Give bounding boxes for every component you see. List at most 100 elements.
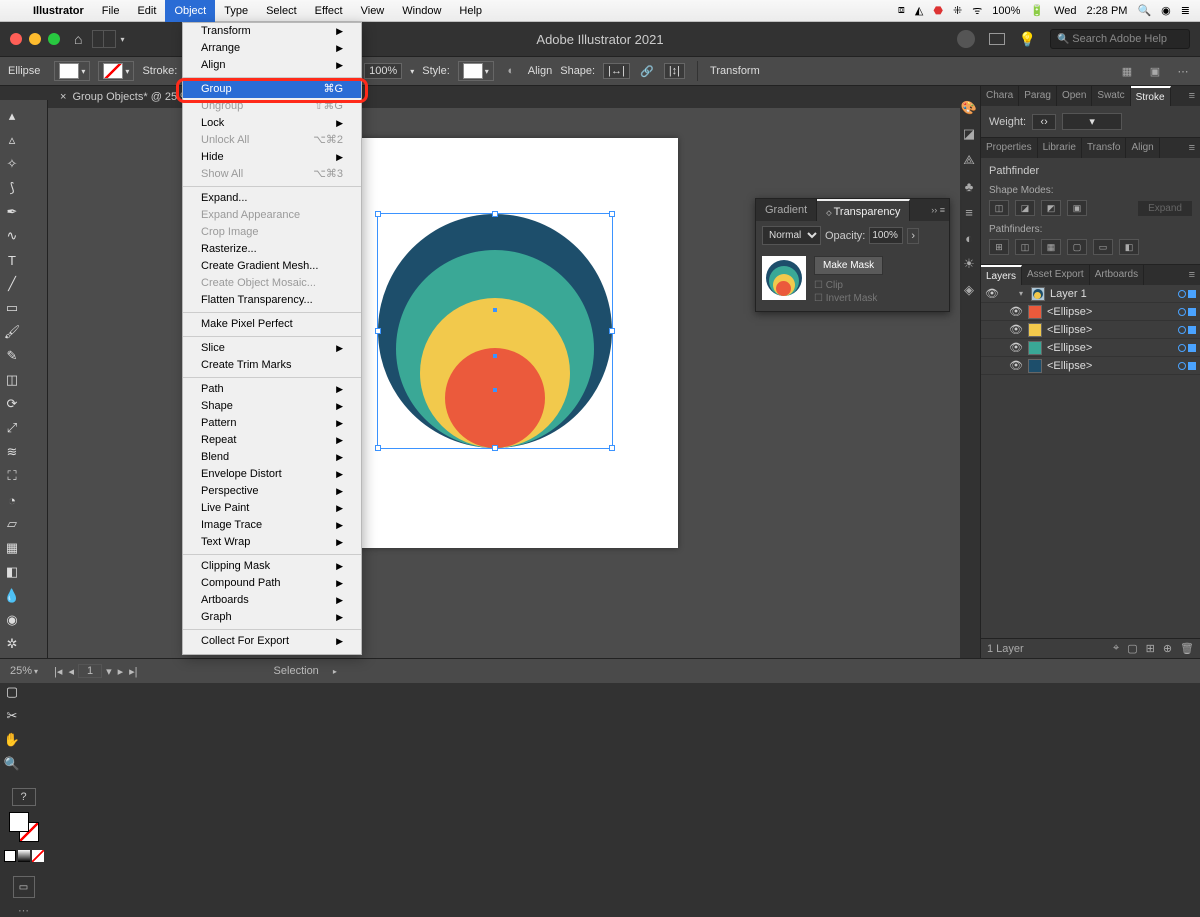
sublayer-row[interactable]: 👁 <Ellipse>	[981, 357, 1200, 375]
opacity-field[interactable]: 100%	[364, 63, 402, 79]
zoom-dropdown-icon[interactable]: ▾	[34, 667, 38, 676]
menu-item-perspective[interactable]: Perspective▶	[183, 483, 361, 500]
selection-tool[interactable]: ▴	[0, 104, 24, 128]
locate-layer-icon[interactable]: ⌖	[1113, 642, 1119, 655]
menu-view[interactable]: View	[352, 0, 394, 22]
exclude-icon[interactable]: ▣	[1067, 200, 1087, 216]
anchor-point[interactable]	[493, 354, 497, 358]
sublayer-name[interactable]: <Ellipse>	[1047, 306, 1092, 318]
width-tool[interactable]: ≋	[0, 440, 24, 464]
blend-tool[interactable]: ◉	[0, 608, 24, 632]
help-search-input[interactable]: Search Adobe Help	[1050, 29, 1190, 49]
home-button[interactable]: ⌂	[74, 31, 82, 47]
clip-checkbox[interactable]: Clip	[814, 279, 883, 292]
menu-item-collect-for-export[interactable]: Collect For Export▶	[183, 633, 361, 650]
sublayer-row[interactable]: 👁 <Ellipse>	[981, 339, 1200, 357]
menu-edit[interactable]: Edit	[128, 0, 165, 22]
panel-opacity-field[interactable]	[869, 227, 903, 244]
disclosure-icon[interactable]: ▾	[1019, 289, 1026, 298]
isolate-icon[interactable]: ▦	[1118, 62, 1136, 80]
menu-item-arrange[interactable]: Arrange▶	[183, 40, 361, 57]
transform-link[interactable]: Transform	[710, 65, 760, 77]
sublayer-name[interactable]: <Ellipse>	[1047, 324, 1092, 336]
menu-item-image-trace[interactable]: Image Trace▶	[183, 517, 361, 534]
shape-link[interactable]: Shape:	[560, 65, 595, 77]
fill-stroke-indicator[interactable]	[9, 812, 39, 842]
panel-tab-librarie[interactable]: Librarie	[1038, 138, 1082, 158]
eraser-tool[interactable]: ◫	[0, 368, 24, 392]
sublayer-thumb[interactable]	[1028, 359, 1042, 373]
menu-select[interactable]: Select	[257, 0, 306, 22]
menu-item-make-pixel-perfect[interactable]: Make Pixel Perfect	[183, 316, 361, 333]
panel-expand-icon[interactable]: ›› ≡	[927, 199, 949, 221]
workspace-dropdown-icon[interactable]: ▾	[120, 35, 124, 44]
menu-item-create-gradient-mesh[interactable]: Create Gradient Mesh...	[183, 258, 361, 275]
resize-handle-sw[interactable]	[375, 445, 381, 451]
intersect-icon[interactable]: ◩	[1041, 200, 1061, 216]
slice-tool[interactable]: ✂	[0, 704, 24, 728]
panel-tab-chara[interactable]: Chara	[981, 86, 1019, 106]
menu-item-artboards[interactable]: Artboards▶	[183, 592, 361, 609]
menu-item-graph[interactable]: Graph▶	[183, 609, 361, 626]
panel-tab-asset-export[interactable]: Asset Export	[1022, 265, 1090, 285]
menu-help[interactable]: Help	[450, 0, 491, 22]
visibility-toggle-icon[interactable]: 👁	[1009, 323, 1023, 336]
menu-item-lock[interactable]: Lock▶	[183, 115, 361, 132]
gradient-tab[interactable]: Gradient	[756, 199, 817, 221]
menu-item-hide[interactable]: Hide▶	[183, 149, 361, 166]
menu-item-group[interactable]: Group⌘G	[183, 81, 361, 98]
status-chevron-icon[interactable]: ▸	[333, 667, 337, 676]
paintbrush-tool[interactable]: 🖌	[0, 320, 24, 344]
link-icon[interactable]: 🔗	[638, 62, 656, 80]
menu-file[interactable]: File	[93, 0, 129, 22]
eyedropper-tool[interactable]: 💧	[0, 584, 24, 608]
notification-center-icon[interactable]: ≣	[1181, 4, 1190, 17]
color-mode-swatches[interactable]	[0, 850, 47, 862]
panel-tab-open[interactable]: Open	[1057, 86, 1092, 106]
app-name[interactable]: Illustrator	[24, 5, 93, 17]
swatches-panel-icon[interactable]: ◐	[961, 230, 977, 246]
magic-wand-tool[interactable]: ✧	[0, 152, 24, 176]
menu-item-blend[interactable]: Blend▶	[183, 449, 361, 466]
artboard-navigator[interactable]: |◂◂ 1 ▾▸▸|	[52, 664, 140, 678]
resize-handle-nw[interactable]	[375, 211, 381, 217]
layers-panel-icon[interactable]: ◈	[961, 282, 977, 298]
menu-item-live-paint[interactable]: Live Paint▶	[183, 500, 361, 517]
minus-front-icon[interactable]: ◪	[1015, 200, 1035, 216]
resize-handle-ne[interactable]	[609, 211, 615, 217]
fill-swatch[interactable]: ▾	[54, 61, 90, 81]
line-tool[interactable]: ╱	[0, 272, 24, 296]
edit-inside-icon[interactable]: ▣	[1146, 62, 1164, 80]
artboard-tool[interactable]: ▢	[0, 680, 24, 704]
menu-item-rasterize[interactable]: Rasterize...	[183, 241, 361, 258]
pen-tool[interactable]: ✒	[0, 200, 24, 224]
resize-handle-s[interactable]	[492, 445, 498, 451]
spaces-icon[interactable]: ⁜	[953, 4, 962, 17]
visibility-toggle-icon[interactable]: 👁	[1009, 359, 1023, 372]
minimize-window-button[interactable]	[29, 33, 41, 45]
curvature-tool[interactable]: ∿	[0, 224, 24, 248]
siri-icon[interactable]: ◉	[1161, 4, 1171, 17]
edit-toolbar-button[interactable]: ?	[12, 788, 36, 806]
menu-type[interactable]: Type	[215, 0, 257, 22]
menu-window[interactable]: Window	[393, 0, 450, 22]
object-menu-dropdown[interactable]: Transform▶Arrange▶Align▶Group⌘GUngroup⇧⌘…	[182, 22, 362, 655]
hand-tool[interactable]: ✋	[0, 728, 24, 752]
arrange-docs-icon[interactable]	[989, 33, 1005, 45]
menu-item-text-wrap[interactable]: Text Wrap▶	[183, 534, 361, 551]
new-sublayer-icon[interactable]: ⊞	[1146, 642, 1155, 655]
menu-item-create-trim-marks[interactable]: Create Trim Marks	[183, 357, 361, 374]
menu-effect[interactable]: Effect	[306, 0, 352, 22]
resize-handle-se[interactable]	[609, 445, 615, 451]
minus-back-icon[interactable]: ◧	[1119, 239, 1139, 255]
shield-icon[interactable]: ⬣	[933, 4, 943, 17]
wifi-icon[interactable]: ᯤ	[972, 3, 982, 18]
panel-tab-transfo[interactable]: Transfo	[1082, 138, 1127, 158]
type-tool[interactable]: T	[0, 248, 24, 272]
user-avatar-icon[interactable]	[957, 30, 975, 48]
shaper-tool[interactable]: ✎	[0, 344, 24, 368]
menu-item-repeat[interactable]: Repeat▶	[183, 432, 361, 449]
make-mask-button[interactable]: Make Mask	[814, 256, 883, 275]
sublayer-name[interactable]: <Ellipse>	[1047, 342, 1092, 354]
panel-tab-layers[interactable]: Layers	[981, 265, 1022, 285]
